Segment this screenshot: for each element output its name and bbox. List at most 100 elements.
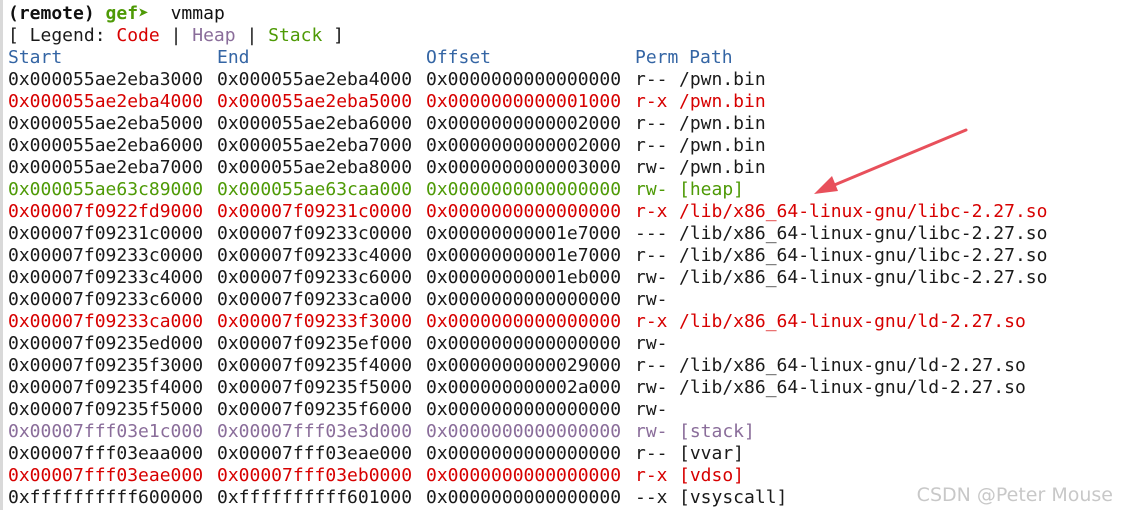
row-start: 0x00007f09235f3000 — [8, 355, 204, 376]
row-offset: 0x00000000001e7000 — [426, 245, 622, 266]
row-end: 0x00007fff03eb0000 — [217, 465, 413, 486]
row-perm: r-- — [635, 113, 668, 134]
map-row: 0x00007f09231c0000 0x00007f09233c0000 0x00… — [8, 223, 1121, 245]
row-end: 0x000055ae2eba6000 — [217, 113, 413, 134]
prompt-remote-label: (remote) — [8, 3, 95, 24]
row-end: 0xffffffffff601000 — [217, 487, 413, 508]
row-end: 0x00007f09235f4000 — [217, 355, 413, 376]
row-perm: rw- — [635, 399, 668, 420]
row-perm: r-x — [635, 311, 668, 332]
row-path: /pwn.bin — [679, 69, 766, 90]
legend-sep1: | — [159, 25, 193, 46]
row-start: 0x00007fff03eaa000 — [8, 443, 204, 464]
legend-stack: Stack — [268, 25, 323, 46]
row-path: /lib/x86_64-linux-gnu/ld-2.27.so — [679, 377, 1026, 398]
row-path: /lib/x86_64-linux-gnu/libc-2.27.so — [679, 245, 1048, 266]
memory-map-table: 0x000055ae2eba3000 0x000055ae2eba4000 0x00… — [8, 69, 1121, 509]
watermark: CSDN @Peter Mouse — [916, 484, 1113, 506]
header-end: End — [217, 47, 250, 68]
row-offset: 0x0000000000002000 — [426, 113, 622, 134]
row-offset: 0x0000000000000000 — [426, 289, 622, 310]
prompt-gef-label: gef — [105, 3, 139, 24]
row-start: 0x00007f09235f5000 — [8, 399, 204, 420]
row-offset: 0x0000000000000000 — [426, 69, 622, 90]
row-start: 0x00007f09231c0000 — [8, 223, 204, 244]
map-row: 0x00007f09233ca000 0x00007f09233f3000 0x00… — [8, 311, 1121, 333]
header-start: Start — [8, 47, 63, 68]
row-offset: 0x0000000000000000 — [426, 465, 622, 486]
row-perm: r-- — [635, 135, 668, 156]
row-start: 0x00007fff03eae000 — [8, 465, 204, 486]
row-perm: rw- — [635, 377, 668, 398]
row-path: /lib/x86_64-linux-gnu/libc-2.27.so — [679, 267, 1048, 288]
row-path: [stack] — [679, 421, 755, 442]
row-offset: 0x000000000002a000 — [426, 377, 622, 398]
row-end: 0x000055ae2eba8000 — [217, 157, 413, 178]
row-offset: 0x0000000000000000 — [426, 421, 622, 442]
map-row: 0x00007f09235f3000 0x00007f09235f4000 0x00… — [8, 355, 1121, 377]
row-offset: 0x0000000000003000 — [426, 157, 622, 178]
map-row: 0x00007f09233c4000 0x00007f09233c6000 0x00… — [8, 267, 1121, 289]
row-offset: 0x00000000001eb000 — [426, 267, 622, 288]
row-end: 0x000055ae63caa000 — [217, 179, 413, 200]
legend-line: [ Legend: Code | Heap | Stack ] — [8, 25, 1121, 47]
row-end: 0x00007f09233ca000 — [217, 289, 413, 310]
row-perm: r-- — [635, 355, 668, 376]
row-path: /lib/x86_64-linux-gnu/ld-2.27.so — [679, 311, 1026, 332]
row-offset: 0x0000000000000000 — [426, 201, 622, 222]
row-start: 0x000055ae2eba3000 — [8, 69, 204, 90]
row-path: [vdso] — [679, 465, 745, 486]
map-row: 0x00007f09235f4000 0x00007f09235f5000 0x00… — [8, 377, 1121, 399]
map-row: 0x00007f09235f5000 0x00007f09235f6000 0x00… — [8, 399, 1121, 421]
row-perm: rw- — [635, 289, 668, 310]
legend-heap: Heap — [192, 25, 236, 46]
row-path: /lib/x86_64-linux-gnu/ld-2.27.so — [679, 355, 1026, 376]
row-end: 0x00007f09233c0000 — [217, 223, 413, 244]
header-perm-path: Perm Path — [635, 47, 733, 68]
row-end: 0x00007f09233c6000 — [217, 267, 413, 288]
legend-code: Code — [116, 25, 160, 46]
map-row: 0x000055ae2eba7000 0x000055ae2eba8000 0x00… — [8, 157, 1121, 179]
row-offset: 0x0000000000000000 — [426, 311, 622, 332]
row-path: [vsyscall] — [679, 487, 788, 508]
row-start: 0x00007fff03e1c000 — [8, 421, 204, 442]
row-start: 0x00007f09233c6000 — [8, 289, 204, 310]
row-perm: rw- — [635, 267, 668, 288]
header-offset: Offset — [426, 47, 492, 68]
row-offset: 0x0000000000001000 — [426, 91, 622, 112]
command-text[interactable]: vmmap — [171, 3, 225, 24]
row-end: 0x000055ae2eba7000 — [217, 135, 413, 156]
row-perm: rw- — [635, 157, 668, 178]
row-end: 0x00007f09235f6000 — [217, 399, 413, 420]
row-start: 0x00007f09233c0000 — [8, 245, 204, 266]
row-start: 0x000055ae2eba7000 — [8, 157, 204, 178]
map-row: 0x00007fff03eaa000 0x00007fff03eae000 0x00… — [8, 443, 1121, 465]
row-path: /pwn.bin — [679, 135, 766, 156]
row-offset: 0x0000000000002000 — [426, 135, 622, 156]
row-end: 0x00007fff03e3d000 — [217, 421, 413, 442]
map-row: 0x00007f09233c6000 0x00007f09233ca000 0x00… — [8, 289, 1121, 311]
row-perm: r-- — [635, 69, 668, 90]
row-path: /lib/x86_64-linux-gnu/libc-2.27.so — [679, 223, 1048, 244]
row-perm: r-x — [635, 465, 668, 486]
row-perm: --- — [635, 223, 668, 244]
row-perm: r-x — [635, 91, 668, 112]
row-path: [vvar] — [679, 443, 745, 464]
map-row: 0x00007f09233c0000 0x00007f09233c4000 0x00… — [8, 245, 1121, 267]
row-offset: 0x0000000000000000 — [426, 179, 622, 200]
terminal-output: (remote) gef➤ vmmap [ Legend: Code | Hea… — [8, 3, 1121, 509]
row-start: 0x00007f0922fd9000 — [8, 201, 204, 222]
legend-close: ] — [322, 25, 344, 46]
row-offset: 0x0000000000029000 — [426, 355, 622, 376]
prompt-line: (remote) gef➤ vmmap — [8, 3, 1121, 25]
row-offset: 0x0000000000000000 — [426, 443, 622, 464]
row-start: 0x00007f09233ca000 — [8, 311, 204, 332]
map-row: 0x000055ae2eba3000 0x000055ae2eba4000 0x00… — [8, 69, 1121, 91]
table-header: Start End Offset Perm Path — [8, 47, 1121, 69]
row-path: /pwn.bin — [679, 91, 766, 112]
row-end: 0x00007fff03eae000 — [217, 443, 413, 464]
row-end: 0x000055ae2eba5000 — [217, 91, 413, 112]
map-row: 0x000055ae2eba4000 0x000055ae2eba5000 0x00… — [8, 91, 1121, 113]
row-end: 0x00007f09235f5000 — [217, 377, 413, 398]
row-offset: 0x0000000000000000 — [426, 487, 622, 508]
